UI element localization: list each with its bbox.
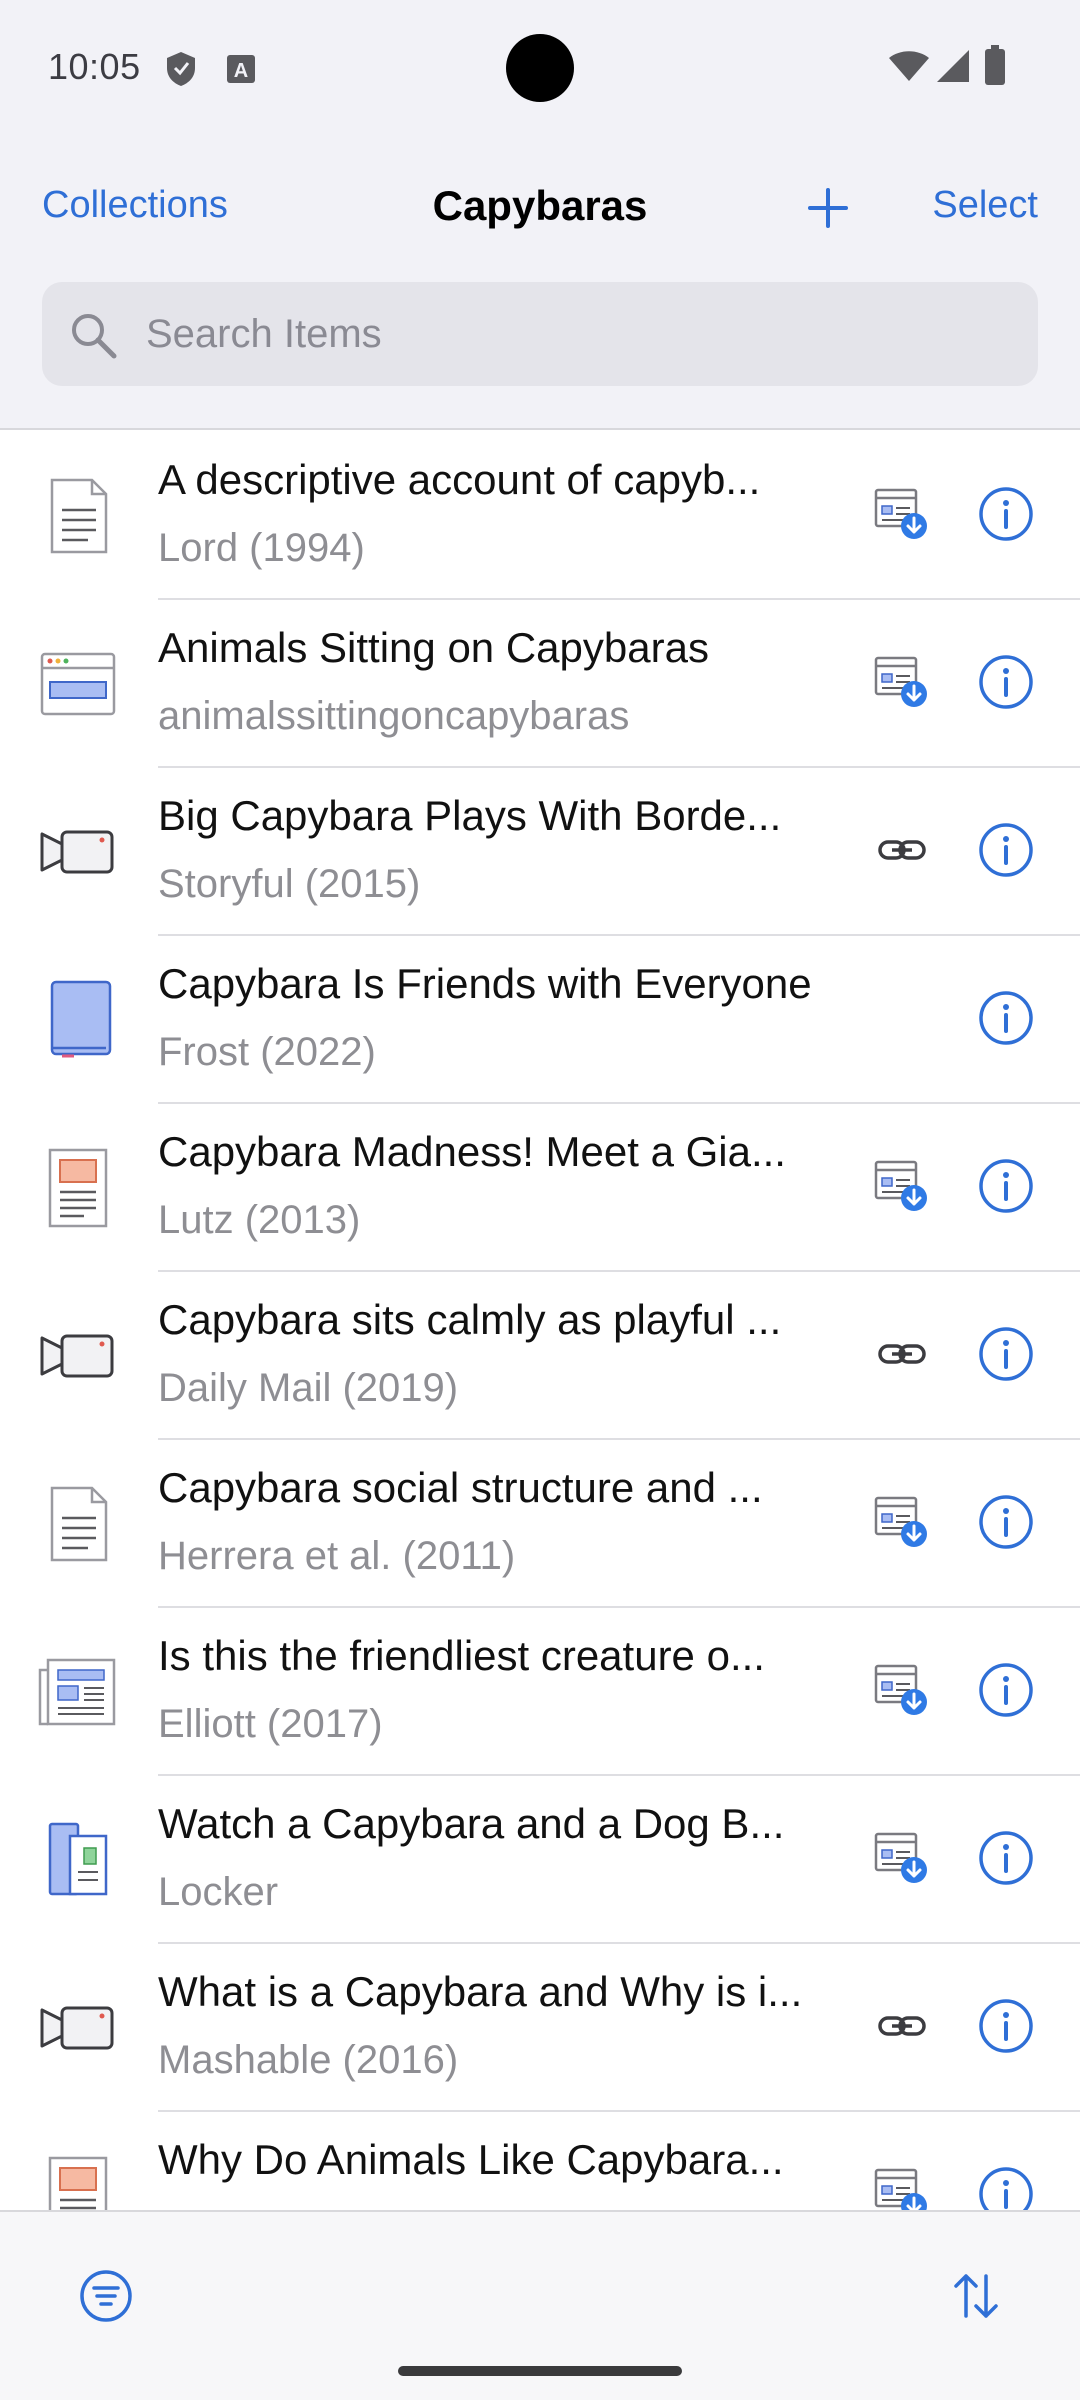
info-icon[interactable]: [978, 654, 1034, 710]
list-item[interactable]: Watch a Capybara and a Dog B... Locker: [0, 1776, 1080, 1944]
svg-text:A: A: [234, 60, 248, 82]
battery-icon: [985, 45, 1005, 85]
search-icon: [72, 314, 117, 359]
item-title: A descriptive account of capyb...: [158, 456, 761, 503]
item-subtitle: Daily Mail (2019): [158, 1366, 459, 1410]
web-snapshot-attachment-icon[interactable]: [870, 1154, 934, 1218]
info-icon[interactable]: [978, 1158, 1034, 1214]
search-input[interactable]: Search Items: [42, 282, 1038, 386]
item-title: Animals Sitting on Capybaras: [158, 624, 709, 671]
list-item[interactable]: Animals Sitting on Capybaras animalssitti…: [0, 600, 1080, 768]
document-icon: [36, 1482, 120, 1566]
link-attachment-icon[interactable]: [870, 1322, 934, 1386]
item-title: Capybara Madness! Meet a Gia...: [158, 1128, 786, 1175]
filter-icon[interactable]: [76, 2266, 136, 2326]
list-item[interactable]: Capybara Is Friends with Everyone Frost (…: [0, 936, 1080, 1104]
web-snapshot-attachment-icon[interactable]: [870, 482, 934, 546]
item-subtitle: Storyful (2015): [158, 862, 421, 906]
web-snapshot-attachment-icon[interactable]: [870, 2162, 934, 2212]
info-icon[interactable]: [978, 2166, 1034, 2212]
item-title: Watch a Capybara and a Dog B...: [158, 1800, 785, 1847]
item-title: Capybara sits calmly as playful ...: [158, 1296, 782, 1343]
list-item[interactable]: Capybara social structure and ... Herrera…: [0, 1440, 1080, 1608]
items-list[interactable]: A descriptive account of capyb... Lord (1…: [0, 432, 1080, 2212]
info-icon[interactable]: [978, 990, 1034, 1046]
info-icon[interactable]: [978, 486, 1034, 542]
item-title: Is this the friendliest creature o...: [158, 1632, 765, 1679]
item-subtitle: Lord (1994): [158, 526, 365, 570]
webpage-icon: [36, 642, 120, 726]
book-icon: [36, 978, 120, 1062]
bottom-toolbar: [0, 2210, 1080, 2400]
collections-back-button[interactable]: Collections: [42, 184, 228, 227]
list-item[interactable]: Capybara sits calmly as playful ... Daily…: [0, 1272, 1080, 1440]
link-attachment-icon[interactable]: [870, 818, 934, 882]
home-indicator[interactable]: [398, 2366, 682, 2376]
item-subtitle: Lutz (2013): [158, 1198, 361, 1242]
text-a-icon: A: [227, 55, 255, 83]
web-snapshot-attachment-icon[interactable]: [870, 1658, 934, 1722]
navigation-header: Collections Capybaras Select Search Item…: [0, 140, 1080, 430]
plus-icon[interactable]: [806, 186, 850, 230]
newspaper-article-icon: [36, 1650, 120, 1734]
select-button[interactable]: Select: [932, 184, 1038, 227]
info-icon[interactable]: [978, 1998, 1034, 2054]
info-icon[interactable]: [978, 1326, 1034, 1382]
item-subtitle: Herrera et al. (2011): [158, 1534, 516, 1578]
camera-cutout: [506, 34, 574, 102]
signal-icon: [937, 50, 969, 82]
list-item[interactable]: Capybara Madness! Meet a Gia... Lutz (201…: [0, 1104, 1080, 1272]
web-snapshot-attachment-icon[interactable]: [870, 1490, 934, 1554]
status-bar: 10:05 A: [0, 0, 1080, 140]
item-subtitle: animalssittingoncapybaras: [158, 694, 630, 738]
item-title: What is a Capybara and Why is i...: [158, 1968, 803, 2015]
info-icon[interactable]: [978, 1494, 1034, 1550]
item-title: Capybara social structure and ...: [158, 1464, 763, 1511]
video-icon: [36, 1986, 120, 2070]
info-icon[interactable]: [978, 822, 1034, 878]
item-subtitle: Locker: [158, 1870, 279, 1914]
wifi-icon: [889, 51, 929, 81]
item-subtitle: Elliott (2017): [158, 1702, 383, 1746]
magazine-article-icon: [36, 1146, 120, 1230]
web-snapshot-attachment-icon[interactable]: [870, 1826, 934, 1890]
video-icon: [36, 810, 120, 894]
item-title: Big Capybara Plays With Borde...: [158, 792, 782, 839]
document-icon: [36, 474, 120, 558]
book-section-icon: [36, 1818, 120, 1902]
item-title: Capybara Is Friends with Everyone: [158, 960, 812, 1007]
sort-icon[interactable]: [946, 2266, 1006, 2326]
list-item[interactable]: Big Capybara Plays With Borde... Storyful…: [0, 768, 1080, 936]
info-icon[interactable]: [978, 1830, 1034, 1886]
list-item[interactable]: Is this the friendliest creature o... Ell…: [0, 1608, 1080, 1776]
video-icon: [36, 1314, 120, 1398]
shield-icon: [167, 52, 195, 86]
list-item[interactable]: A descriptive account of capyb... Lord (1…: [0, 432, 1080, 600]
item-subtitle: Mashable (2016): [158, 2038, 459, 2082]
list-item[interactable]: What is a Capybara and Why is i... Mashab…: [0, 1944, 1080, 2112]
list-item[interactable]: Why Do Animals Like Capybara...: [0, 2112, 1080, 2212]
status-time: 10:05: [48, 46, 141, 87]
magazine-article-icon: [36, 2154, 120, 2212]
web-snapshot-attachment-icon[interactable]: [870, 650, 934, 714]
info-icon[interactable]: [978, 1662, 1034, 1718]
item-subtitle: Frost (2022): [158, 1030, 376, 1074]
link-attachment-icon[interactable]: [870, 1994, 934, 2058]
item-title: Why Do Animals Like Capybara...: [158, 2136, 784, 2183]
search-placeholder: Search Items: [146, 312, 382, 356]
screen: 10:05 A Collections Capybaras Select Sea…: [0, 0, 1080, 2400]
